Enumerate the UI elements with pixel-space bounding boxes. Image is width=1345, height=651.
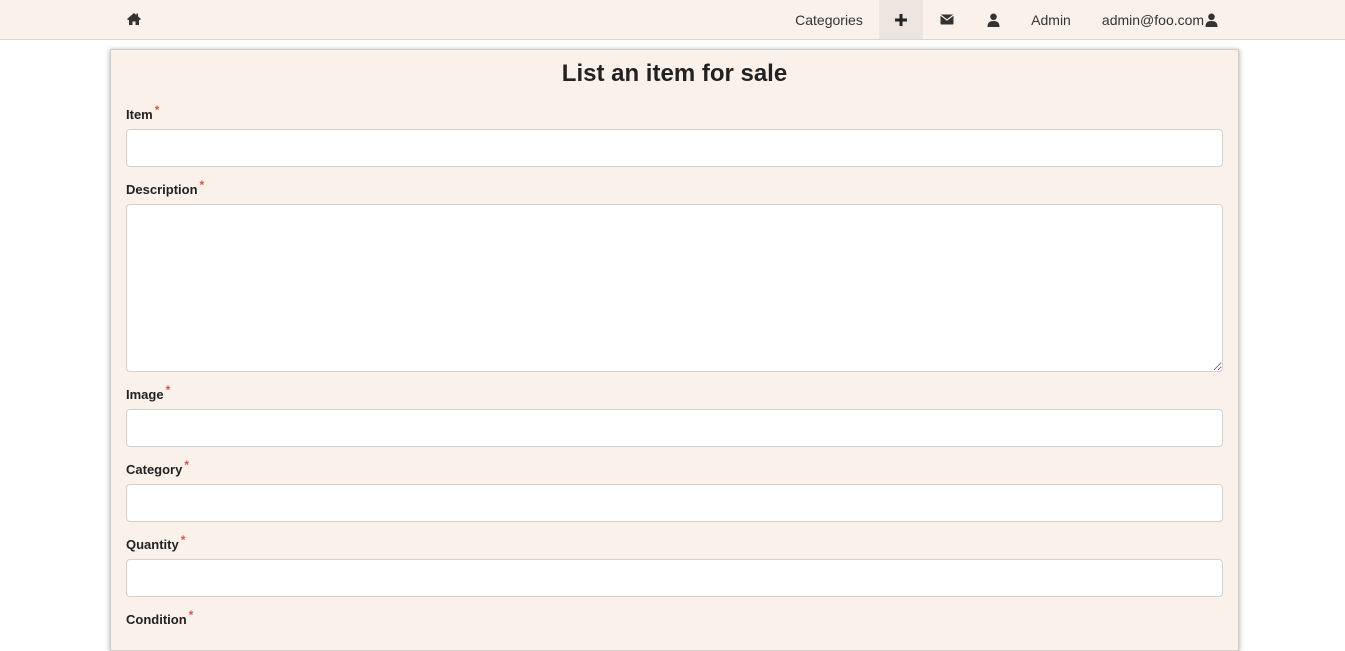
listing-form: List an item for sale Item * Description *… [110, 49, 1239, 651]
quantity-label: Quantity * [126, 533, 185, 552]
nav-account[interactable]: admin@foo.com [1096, 0, 1224, 39]
category-label-text: Category [126, 462, 183, 477]
nav-messages[interactable] [925, 0, 969, 39]
item-label: Item * [126, 103, 159, 122]
condition-label: Condition * [126, 608, 193, 627]
nav-add-item[interactable] [879, 0, 923, 39]
required-marker: * [154, 103, 160, 117]
required-marker: * [188, 608, 194, 622]
item-label-text: Item [126, 107, 153, 122]
form-title: List an item for sale [561, 60, 788, 87]
image-label-text: Image [126, 387, 164, 402]
image-input[interactable] [126, 409, 1223, 447]
plus-icon [895, 13, 907, 26]
category-input[interactable] [126, 484, 1223, 522]
home-icon [127, 13, 141, 25]
category-label: Category * [126, 458, 189, 477]
condition-label-text: Condition [126, 612, 187, 627]
image-label: Image * [126, 383, 170, 402]
nav-profile[interactable] [971, 0, 1015, 39]
required-marker: * [199, 178, 205, 192]
required-marker: * [184, 458, 190, 472]
top-navbar: Categories Admin admin@foo.com [0, 0, 1345, 40]
user-icon [1205, 13, 1218, 27]
envelope-icon [940, 14, 954, 25]
nav-categories-label: Categories [795, 11, 863, 28]
description-label: Description * [126, 178, 204, 197]
required-marker: * [180, 533, 186, 547]
quantity-label-text: Quantity [126, 537, 179, 552]
user-icon [987, 13, 999, 27]
quantity-input[interactable] [126, 559, 1223, 597]
nav-account-label: admin@foo.com [1101, 11, 1205, 28]
item-input[interactable] [126, 129, 1223, 167]
description-textarea[interactable] [126, 204, 1223, 372]
required-marker: * [165, 383, 171, 397]
nav-admin[interactable]: Admin [1020, 0, 1082, 39]
description-label-text: Description [126, 182, 198, 197]
nav-categories[interactable]: Categories [785, 0, 873, 39]
nav-admin-label: Admin [1031, 11, 1071, 28]
home-link[interactable] [124, 9, 144, 29]
